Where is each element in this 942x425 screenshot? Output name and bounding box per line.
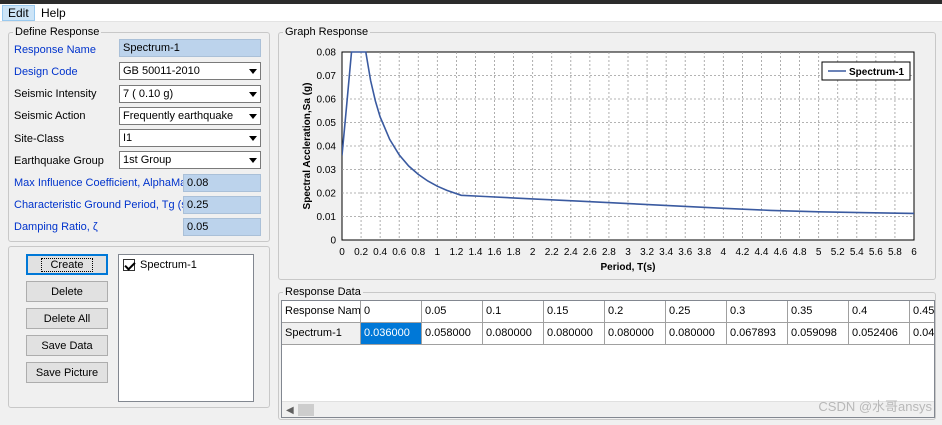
grid-cell[interactable]: 0.0471 (910, 323, 934, 345)
grid-header-period: 0.45 (910, 301, 934, 323)
x-tick-label: 0.2 (354, 247, 368, 258)
grid-cell[interactable]: 0.036000 (361, 323, 422, 345)
y-tick-label: 0.08 (317, 48, 337, 59)
grid-header-period: 0.3 (727, 301, 788, 323)
x-tick-label: 3.2 (640, 247, 654, 258)
x-tick-label: 3.8 (697, 247, 711, 258)
y-tick-label: 0.01 (317, 212, 337, 223)
x-tick-label: 0.6 (392, 247, 406, 258)
response-data-legend: Response Data (283, 286, 363, 298)
y-tick-label: 0.05 (317, 118, 337, 129)
x-tick-label: 5 (816, 247, 822, 258)
x-tick-label: 5.8 (888, 247, 902, 258)
scroll-left-icon[interactable]: ◀ (286, 405, 294, 416)
x-tick-label: 1.4 (469, 247, 483, 258)
grid-header-response-name: Response Name (282, 301, 361, 323)
x-axis-label: Period, T(s) (600, 262, 655, 273)
grid-cell[interactable]: 0.067893 (727, 323, 788, 345)
x-tick-label: 3.4 (659, 247, 673, 258)
grid-header-period: 0.25 (666, 301, 727, 323)
x-tick-label: 1.6 (488, 247, 502, 258)
x-tick-label: 3.6 (678, 247, 692, 258)
x-tick-label: 4.6 (774, 247, 788, 258)
x-tick-label: 1.8 (507, 247, 521, 258)
watermark: CSDN @水哥ansys (818, 399, 932, 414)
grid-cell[interactable]: 0.080000 (605, 323, 666, 345)
x-tick-label: 5.6 (869, 247, 883, 258)
x-tick-label: 4.8 (793, 247, 807, 258)
y-tick-label: 0.07 (317, 71, 337, 82)
x-tick-label: 2.4 (564, 247, 578, 258)
legend-label: Spectrum-1 (849, 67, 904, 78)
x-tick-label: 4.4 (755, 247, 769, 258)
grid-row-name[interactable]: Spectrum-1 (282, 323, 361, 345)
grid-cell[interactable]: 0.080000 (544, 323, 605, 345)
grid-header-period: 0.35 (788, 301, 849, 323)
x-tick-label: 3 (625, 247, 631, 258)
x-tick-label: 1 (435, 247, 441, 258)
y-tick-label: 0.03 (317, 165, 337, 176)
x-tick-label: 4 (721, 247, 727, 258)
x-tick-label: 0.8 (411, 247, 425, 258)
grid-header-period: 0.1 (483, 301, 544, 323)
y-tick-label: 0 (330, 236, 336, 247)
x-tick-label: 0.4 (373, 247, 387, 258)
grid-cell[interactable]: 0.052406 (849, 323, 910, 345)
y-tick-label: 0.06 (317, 95, 337, 106)
x-tick-label: 2.2 (545, 247, 559, 258)
x-tick-label: 0 (339, 247, 345, 258)
grid-cell[interactable]: 0.058000 (422, 323, 483, 345)
grid-cell[interactable]: 0.080000 (483, 323, 544, 345)
x-tick-label: 1.2 (449, 247, 463, 258)
grid-header-period: 0.15 (544, 301, 605, 323)
grid-header-period: 0.05 (422, 301, 483, 323)
x-tick-label: 6 (911, 247, 917, 258)
grid-header-period: 0.4 (849, 301, 910, 323)
x-tick-label: 2 (530, 247, 536, 258)
y-tick-label: 0.02 (317, 189, 337, 200)
y-axis-label: Spectral Accleration,Sa (g) (302, 83, 313, 210)
grid-header-period: 0 (361, 301, 422, 323)
grid-cell[interactable]: 0.059098 (788, 323, 849, 345)
x-tick-label: 2.6 (583, 247, 597, 258)
grid-cell[interactable]: 0.080000 (666, 323, 727, 345)
x-tick-label: 5.2 (831, 247, 845, 258)
x-tick-label: 4.2 (735, 247, 749, 258)
grid-header-period: 0.2 (605, 301, 666, 323)
y-tick-label: 0.04 (317, 142, 337, 153)
x-tick-label: 5.4 (850, 247, 864, 258)
scrollbar-thumb[interactable] (298, 404, 314, 416)
x-tick-label: 2.8 (602, 247, 616, 258)
